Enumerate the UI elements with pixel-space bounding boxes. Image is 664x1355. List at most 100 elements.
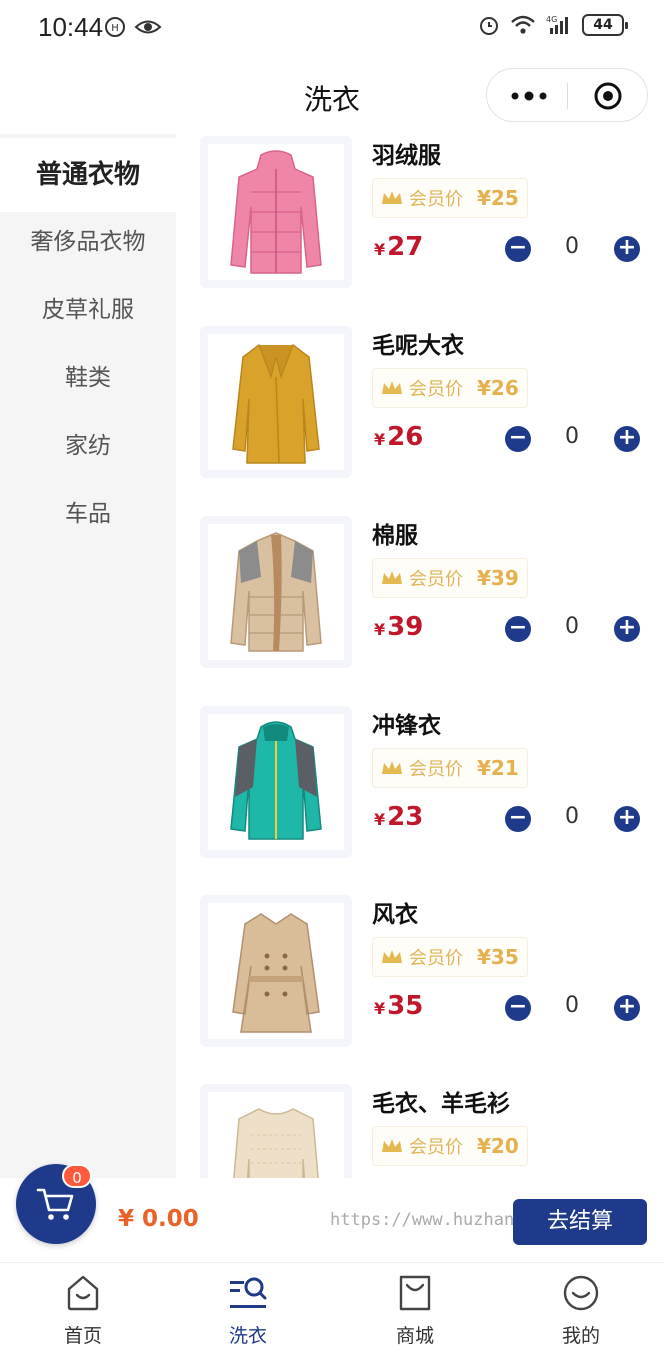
crown-icon (382, 1139, 402, 1152)
quantity-value: 0 (565, 804, 579, 829)
member-label: 会员价 (409, 379, 463, 400)
product-card[interactable]: 毛衣、羊毛衫 会员价 ¥20 (196, 1084, 656, 1178)
profile-icon (563, 1275, 599, 1311)
tab-shop[interactable]: 商城 (355, 1263, 475, 1355)
product-card[interactable]: 毛呢大衣 会员价 ¥26 ¥26 − 0 + (196, 326, 656, 496)
sidebar-item-shoes[interactable]: 鞋类 (0, 344, 176, 412)
trench-coat-icon (232, 913, 320, 1033)
product-name: 冲锋衣 (372, 713, 441, 739)
member-price-tag: 会员价 ¥25 (372, 178, 528, 218)
member-price: ¥25 (477, 186, 519, 210)
tab-label: 我的 (561, 1325, 600, 1347)
svg-text:4G: 4G (546, 15, 557, 24)
member-label: 会员价 (409, 948, 463, 969)
data-saver-icon: H (105, 17, 125, 37)
member-label: 会员价 (409, 569, 463, 590)
crown-icon (382, 381, 402, 394)
close-miniprogram-icon[interactable] (593, 81, 623, 111)
cart-total: ¥ 0.00 (118, 1206, 199, 1232)
product-card[interactable]: 风衣 会员价 ¥35 ¥35 − 0 + (196, 895, 656, 1065)
increase-quantity-button[interactable]: + (614, 806, 640, 832)
crown-icon (382, 191, 402, 204)
sidebar-item-regular-clothes[interactable]: 普通衣物 (0, 138, 176, 212)
member-price: ¥26 (477, 376, 519, 400)
decrease-quantity-button[interactable]: − (505, 995, 531, 1021)
crown-icon (382, 761, 402, 774)
tab-label: 商城 (395, 1325, 434, 1347)
wifi-icon (511, 15, 535, 34)
price-value: 23 (387, 802, 424, 832)
price-value: 39 (387, 612, 424, 642)
category-sidebar: 普通衣物 奢侈品衣物 皮草礼服 鞋类 家纺 车品 (0, 134, 176, 1179)
member-label: 会员价 (409, 759, 463, 780)
product-name: 棉服 (372, 523, 418, 549)
decrease-quantity-button[interactable]: − (505, 426, 531, 452)
product-image (200, 136, 352, 288)
member-label: 会员价 (409, 189, 463, 210)
product-card[interactable]: 羽绒服 会员价 ¥25 ¥27 − 0 + (196, 136, 656, 306)
crown-icon (382, 950, 402, 963)
quantity-value: 0 (565, 993, 579, 1018)
tab-home[interactable]: 首页 (23, 1263, 143, 1355)
shopping-cart-icon (36, 1188, 74, 1220)
status-bar: 10:44 H 4G 44 (0, 0, 664, 56)
decrease-quantity-button[interactable]: − (505, 806, 531, 832)
decrease-quantity-button[interactable]: − (505, 616, 531, 642)
member-price: ¥21 (477, 756, 519, 780)
laundry-icon (230, 1277, 267, 1308)
member-label: 会员价 (409, 1137, 463, 1158)
member-price-tag: 会员价 ¥35 (372, 937, 528, 977)
currency-symbol: ¥ (374, 620, 386, 639)
product-price: ¥27 (374, 232, 423, 262)
sidebar-item-car-products[interactable]: 车品 (0, 480, 176, 548)
currency-symbol: ¥ (374, 240, 386, 259)
product-name: 毛衣、羊毛衫 (372, 1091, 510, 1117)
tab-label: 首页 (63, 1325, 102, 1347)
product-card[interactable]: 冲锋衣 会员价 ¥21 ¥23 − 0 + (196, 706, 656, 876)
product-name: 羽绒服 (372, 143, 441, 169)
bottom-tab-bar: 首页 洗衣 商城 我的 (0, 1262, 664, 1355)
currency-symbol: ¥ (374, 999, 386, 1018)
signal-icon: 4G (546, 15, 568, 34)
sidebar-item-luxury-clothes[interactable]: 奢侈品衣物 (0, 208, 176, 276)
sidebar-item-home-textiles[interactable]: 家纺 (0, 412, 176, 480)
mini-program-capsule (486, 68, 648, 122)
decrease-quantity-button[interactable]: − (505, 236, 531, 262)
member-price: ¥39 (477, 566, 519, 590)
increase-quantity-button[interactable]: + (614, 236, 640, 262)
down-jacket-icon (230, 150, 322, 274)
member-price: ¥35 (477, 945, 519, 969)
crown-icon (382, 571, 402, 584)
quantity-value: 0 (565, 234, 579, 259)
product-name: 毛呢大衣 (372, 333, 464, 359)
more-icon[interactable] (509, 87, 549, 105)
status-time: 10:44 (38, 12, 104, 42)
increase-quantity-button[interactable]: + (614, 616, 640, 642)
sweater-icon (233, 1108, 319, 1178)
product-price: ¥23 (374, 802, 423, 832)
increase-quantity-button[interactable]: + (614, 426, 640, 452)
cart-count-badge: 0 (62, 1164, 92, 1188)
member-price-tag: 会员价 ¥20 (372, 1126, 528, 1166)
product-image (200, 895, 352, 1047)
tab-profile[interactable]: 我的 (521, 1263, 641, 1355)
product-image (200, 1084, 352, 1178)
alarm-icon (480, 17, 498, 35)
member-price-tag: 会员价 ¥26 (372, 368, 528, 408)
member-price-tag: 会员价 ¥39 (372, 558, 528, 598)
member-price: ¥20 (477, 1134, 519, 1158)
increase-quantity-button[interactable]: + (614, 995, 640, 1021)
product-image (200, 706, 352, 858)
eye-icon (134, 20, 162, 34)
product-card[interactable]: 棉服 会员价 ¥39 ¥39 − 0 + (196, 516, 656, 686)
sidebar-item-fur-formal[interactable]: 皮草礼服 (0, 276, 176, 344)
product-price: ¥39 (374, 612, 423, 642)
product-image (200, 326, 352, 478)
quantity-value: 0 (565, 424, 579, 449)
price-value: 27 (387, 232, 424, 262)
wool-coat-icon (232, 344, 320, 464)
tab-laundry[interactable]: 洗衣 (188, 1263, 308, 1355)
svg-text:H: H (111, 23, 119, 34)
tab-label: 洗衣 (228, 1325, 267, 1347)
checkout-button[interactable]: 去结算 (513, 1199, 647, 1245)
